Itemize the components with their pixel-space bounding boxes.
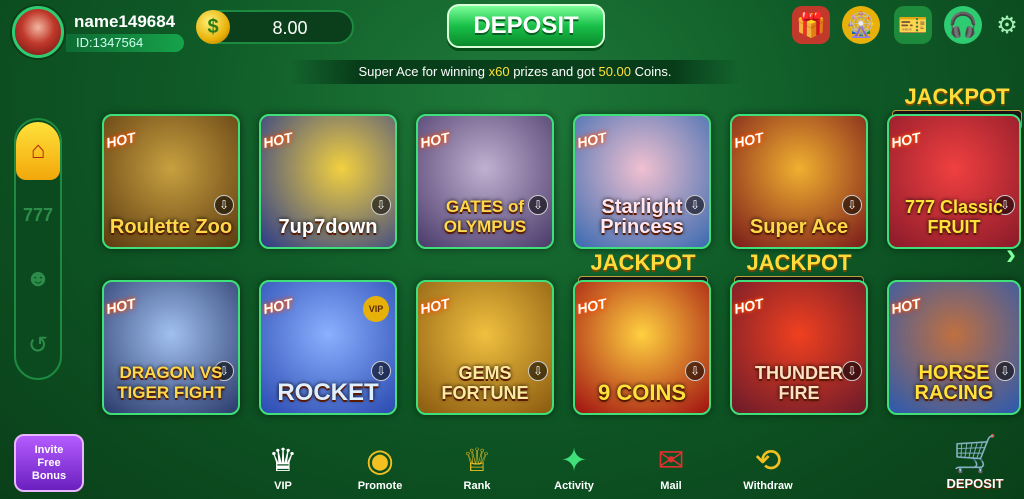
balance-value: 8.00 <box>272 18 308 38</box>
bottom-nav: ♛ VIP ◉ Promote ♕ Rank ✦ Activity ✉ Mail… <box>0 436 1024 499</box>
game-tile-starlight-princess[interactable]: HOT ⇩ Starlight Princess <box>573 114 711 249</box>
hot-badge: HOT <box>732 129 765 151</box>
hot-badge: HOT <box>418 129 451 151</box>
marquee-multiplier: x60 <box>488 64 510 79</box>
slots-icon[interactable]: 777 <box>16 186 60 244</box>
cart-icon: 🛒 <box>952 433 998 474</box>
wheel-icon[interactable]: 🎡 <box>842 6 880 44</box>
withdraw-icon: ⟲ <box>754 442 782 478</box>
nav-label: Promote <box>357 480 403 492</box>
history-icon[interactable]: ↺ <box>16 316 60 374</box>
game-title: DRAGON VS TIGER FIGHT <box>117 363 225 402</box>
crown-icon: ♛ <box>268 442 298 478</box>
nav-mail[interactable]: ✉ Mail <box>636 436 706 499</box>
nav-promote[interactable]: ◉ Promote <box>345 436 415 499</box>
home-icon[interactable]: ⌂ <box>16 122 60 180</box>
balance-box[interactable]: $ 8.00 <box>196 10 354 44</box>
jackpot-label: JACKPOT <box>590 250 696 275</box>
game-title: 9 COINS <box>597 380 687 405</box>
support-icon[interactable]: 🎧 <box>944 6 982 44</box>
nav-rank[interactable]: ♕ Rank <box>442 436 512 499</box>
marquee-text-3: Coins. <box>631 64 672 79</box>
game-tile-gates-of-olympus[interactable]: HOT ⇩ GATES of OLYMPUS <box>416 114 554 249</box>
hot-badge: HOT <box>732 295 765 317</box>
deposit-cart-button[interactable]: 🛒 DEPOSIT <box>940 432 1010 498</box>
marquee-amount: 50.00 <box>598 64 632 79</box>
game-tile-horse-racing[interactable]: HOT ⇩ HORSE RACING <box>887 280 1021 415</box>
game-title: HORSE RACING <box>914 362 994 404</box>
user-id: ID:1347564 <box>66 34 184 52</box>
hot-badge: HOT <box>889 129 922 151</box>
settings-icon[interactable]: ⚙ <box>992 6 1022 44</box>
game-tile-gems-fortune[interactable]: HOT ⇩ GEMS FORTUNE <box>416 280 554 415</box>
game-tile-thunder-fire[interactable]: HOT ⇩ THUNDER FIRE <box>730 280 868 415</box>
game-tile-roulette-zoo[interactable]: HOT ⇩ Roulette Zoo <box>102 114 240 249</box>
people-icon[interactable]: ☻ <box>16 250 60 308</box>
game-tile-dragon-tiger-fight[interactable]: HOT ⇩ DRAGON VS TIGER FIGHT <box>102 280 240 415</box>
top-bar: name149684 ID:1347564 $ 8.00 DEPOSIT 🎁 🎡… <box>0 0 1024 58</box>
marquee-text-2: prizes and got <box>509 64 599 79</box>
hot-badge: HOT <box>418 295 451 317</box>
game-tile-rocket[interactable]: HOT VIP ⇩ ROCKET <box>259 280 397 415</box>
game-title: 777 Classic FRUIT <box>904 197 1004 237</box>
game-title: 7up7down <box>278 216 378 238</box>
bonus-icon[interactable]: 🎫 <box>894 6 932 44</box>
hot-badge: HOT <box>889 295 922 317</box>
game-title: Starlight Princess <box>600 196 684 238</box>
download-icon: ⇩ <box>371 361 391 381</box>
coin-icon: $ <box>196 10 230 44</box>
game-title: ROCKET <box>277 379 379 406</box>
hot-badge: HOT <box>575 129 608 151</box>
game-title: Super Ace <box>749 216 849 238</box>
game-tile-classic-fruit[interactable]: HOT ⇩ 777 Classic FRUIT <box>887 114 1021 249</box>
game-tile-9-coins[interactable]: HOT ⇩ 9 COINS <box>573 280 711 415</box>
jackpot-label: JACKPOT <box>904 84 1010 109</box>
nav-label: Activity <box>554 480 594 492</box>
coins-icon: ◉ <box>366 442 394 478</box>
jackpot-label: JACKPOT <box>746 250 852 275</box>
nav-vip[interactable]: ♛ VIP <box>248 436 318 499</box>
marquee-text-1: for winning <box>418 64 489 79</box>
avatar[interactable] <box>12 6 64 58</box>
vip-badge: VIP <box>363 296 389 322</box>
mailbox-icon: ✉ <box>657 442 685 478</box>
nav-label: Rank <box>463 480 491 492</box>
game-tile-7up7down[interactable]: HOT ⇩ 7up7down <box>259 114 397 249</box>
marquee-game: Super Ace <box>358 64 419 79</box>
download-icon: ⇩ <box>214 195 234 215</box>
nav-label: Withdraw <box>743 480 793 492</box>
gift-box-icon: ✦ <box>560 442 588 478</box>
nav-activity[interactable]: ✦ Activity <box>539 436 609 499</box>
nav-withdraw[interactable]: ⟲ Withdraw <box>733 436 803 499</box>
game-tile-super-ace[interactable]: HOT ⇩ Super Ace <box>730 114 868 249</box>
deposit-cart-label: DEPOSIT <box>946 476 1004 491</box>
chevron-right-icon[interactable]: › <box>1006 238 1024 272</box>
winner-marquee: Super Ace for winning x60 prizes and got… <box>290 60 740 84</box>
game-title: Roulette Zoo <box>109 216 233 238</box>
hot-badge: HOT <box>104 129 137 151</box>
gift-icon[interactable]: 🎁 <box>792 6 830 44</box>
download-icon: ⇩ <box>371 195 391 215</box>
hot-badge: HOT <box>575 295 608 317</box>
game-title: THUNDER FIRE <box>755 363 843 403</box>
nav-label: Mail <box>660 480 682 492</box>
hot-badge: HOT <box>261 295 294 317</box>
game-title: GATES of OLYMPUS <box>443 197 527 236</box>
download-icon: ⇩ <box>685 361 705 381</box>
trophy-icon: ♕ <box>462 442 492 478</box>
deposit-button[interactable]: DEPOSIT <box>447 4 605 48</box>
download-icon: ⇩ <box>842 195 862 215</box>
username: name149684 <box>74 12 176 31</box>
hot-badge: HOT <box>104 295 137 317</box>
nav-label: VIP <box>274 480 292 492</box>
category-sidebar: ⌂ 777 ☻ ↺ <box>14 118 62 380</box>
hot-badge: HOT <box>261 129 294 151</box>
game-title: GEMS FORTUNE <box>441 363 529 403</box>
